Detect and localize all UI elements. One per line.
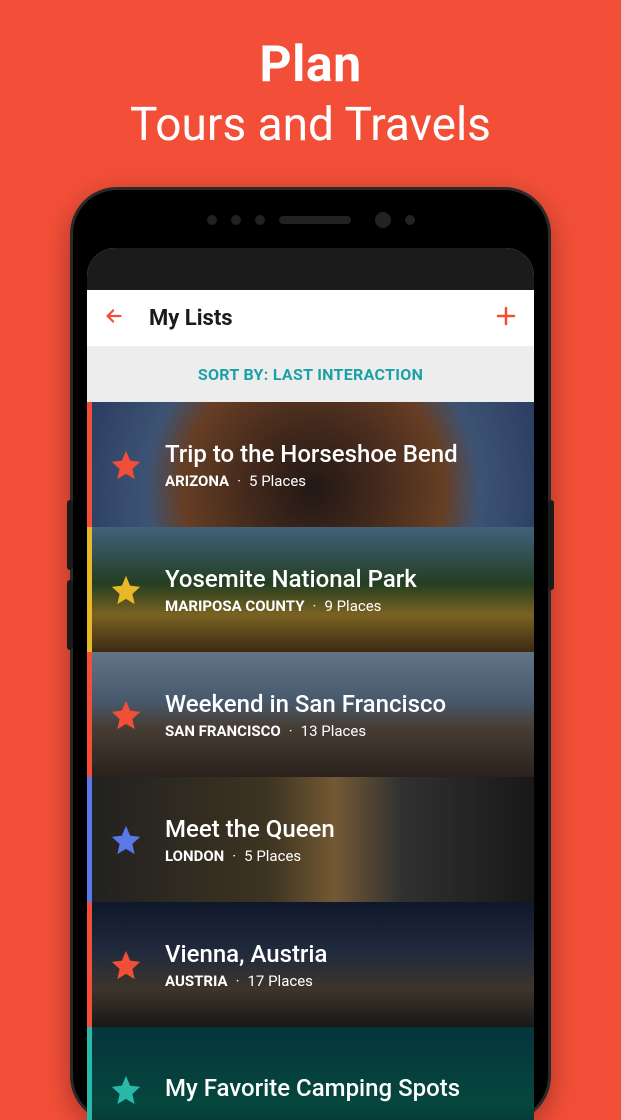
sort-by-label: SORT BY: LAST INTERACTION	[198, 365, 423, 384]
list-item-places: 9 Places	[324, 597, 381, 615]
lists-container: Trip to the Horseshoe Bend ARIZONA ·5 Pl…	[87, 402, 534, 1120]
list-item-location: LONDON	[165, 847, 224, 865]
list-item-title: Vienna, Austria	[165, 940, 327, 968]
star-icon[interactable]	[109, 948, 143, 982]
list-item-title: Meet the Queen	[165, 815, 335, 843]
list-item-text: Weekend in San Francisco SAN FRANCISCO ·…	[165, 690, 446, 740]
phone-bezel	[73, 190, 548, 250]
promo-heading: Plan Tours and Travels	[0, 0, 621, 152]
star-icon[interactable]	[109, 448, 143, 482]
back-arrow-icon[interactable]	[103, 305, 125, 331]
list-item-text: Vienna, Austria AUSTRIA ·17 Places	[165, 940, 327, 990]
list-item[interactable]: Meet the Queen LONDON ·5 Places	[87, 777, 534, 902]
list-item-places: 13 Places	[301, 722, 366, 740]
appbar-title: My Lists	[149, 306, 494, 331]
star-icon[interactable]	[109, 823, 143, 857]
list-item-title: Trip to the Horseshoe Bend	[165, 440, 458, 468]
list-item-location: MARIPOSA COUNTY	[165, 597, 305, 615]
list-item[interactable]: Trip to the Horseshoe Bend ARIZONA ·5 Pl…	[87, 402, 534, 527]
list-item-subtitle: LONDON ·5 Places	[165, 847, 335, 865]
list-item-text: Trip to the Horseshoe Bend ARIZONA ·5 Pl…	[165, 440, 458, 490]
star-icon[interactable]	[109, 573, 143, 607]
list-item-subtitle: ARIZONA ·5 Places	[165, 472, 458, 490]
list-item-subtitle: MARIPOSA COUNTY ·9 Places	[165, 597, 417, 615]
phone-screen: My Lists SORT BY: LAST INTERACTION Trip …	[87, 248, 534, 1120]
list-item[interactable]: Weekend in San Francisco SAN FRANCISCO ·…	[87, 652, 534, 777]
sort-by-button[interactable]: SORT BY: LAST INTERACTION	[87, 346, 534, 402]
star-icon[interactable]	[109, 1073, 143, 1107]
list-item-title: Yosemite National Park	[165, 565, 417, 593]
list-item-places: 5 Places	[244, 847, 301, 865]
add-list-icon[interactable]	[494, 304, 518, 332]
promo-line1: Plan	[0, 36, 621, 94]
list-item[interactable]: Vienna, Austria AUSTRIA ·17 Places	[87, 902, 534, 1027]
list-item-text: Meet the Queen LONDON ·5 Places	[165, 815, 335, 865]
list-item[interactable]: Yosemite National Park MARIPOSA COUNTY ·…	[87, 527, 534, 652]
list-item-title: Weekend in San Francisco	[165, 690, 446, 718]
list-item-location: AUSTRIA	[165, 972, 228, 990]
star-icon[interactable]	[109, 698, 143, 732]
list-item-text: My Favorite Camping Spots	[165, 1074, 460, 1106]
list-item-text: Yosemite National Park MARIPOSA COUNTY ·…	[165, 565, 417, 615]
list-item-location: SAN FRANCISCO	[165, 722, 281, 740]
list-item-subtitle: AUSTRIA ·17 Places	[165, 972, 327, 990]
list-item[interactable]: My Favorite Camping Spots	[87, 1027, 534, 1120]
list-item-location: ARIZONA	[165, 472, 229, 490]
list-item-title: My Favorite Camping Spots	[165, 1074, 460, 1102]
promo-line2: Tours and Travels	[0, 98, 621, 152]
list-item-places: 17 Places	[248, 972, 313, 990]
list-item-subtitle: SAN FRANCISCO ·13 Places	[165, 722, 446, 740]
phone-frame: My Lists SORT BY: LAST INTERACTION Trip …	[73, 190, 548, 1120]
list-item-places: 5 Places	[249, 472, 306, 490]
status-bar	[87, 248, 534, 290]
app-bar: My Lists	[87, 290, 534, 346]
